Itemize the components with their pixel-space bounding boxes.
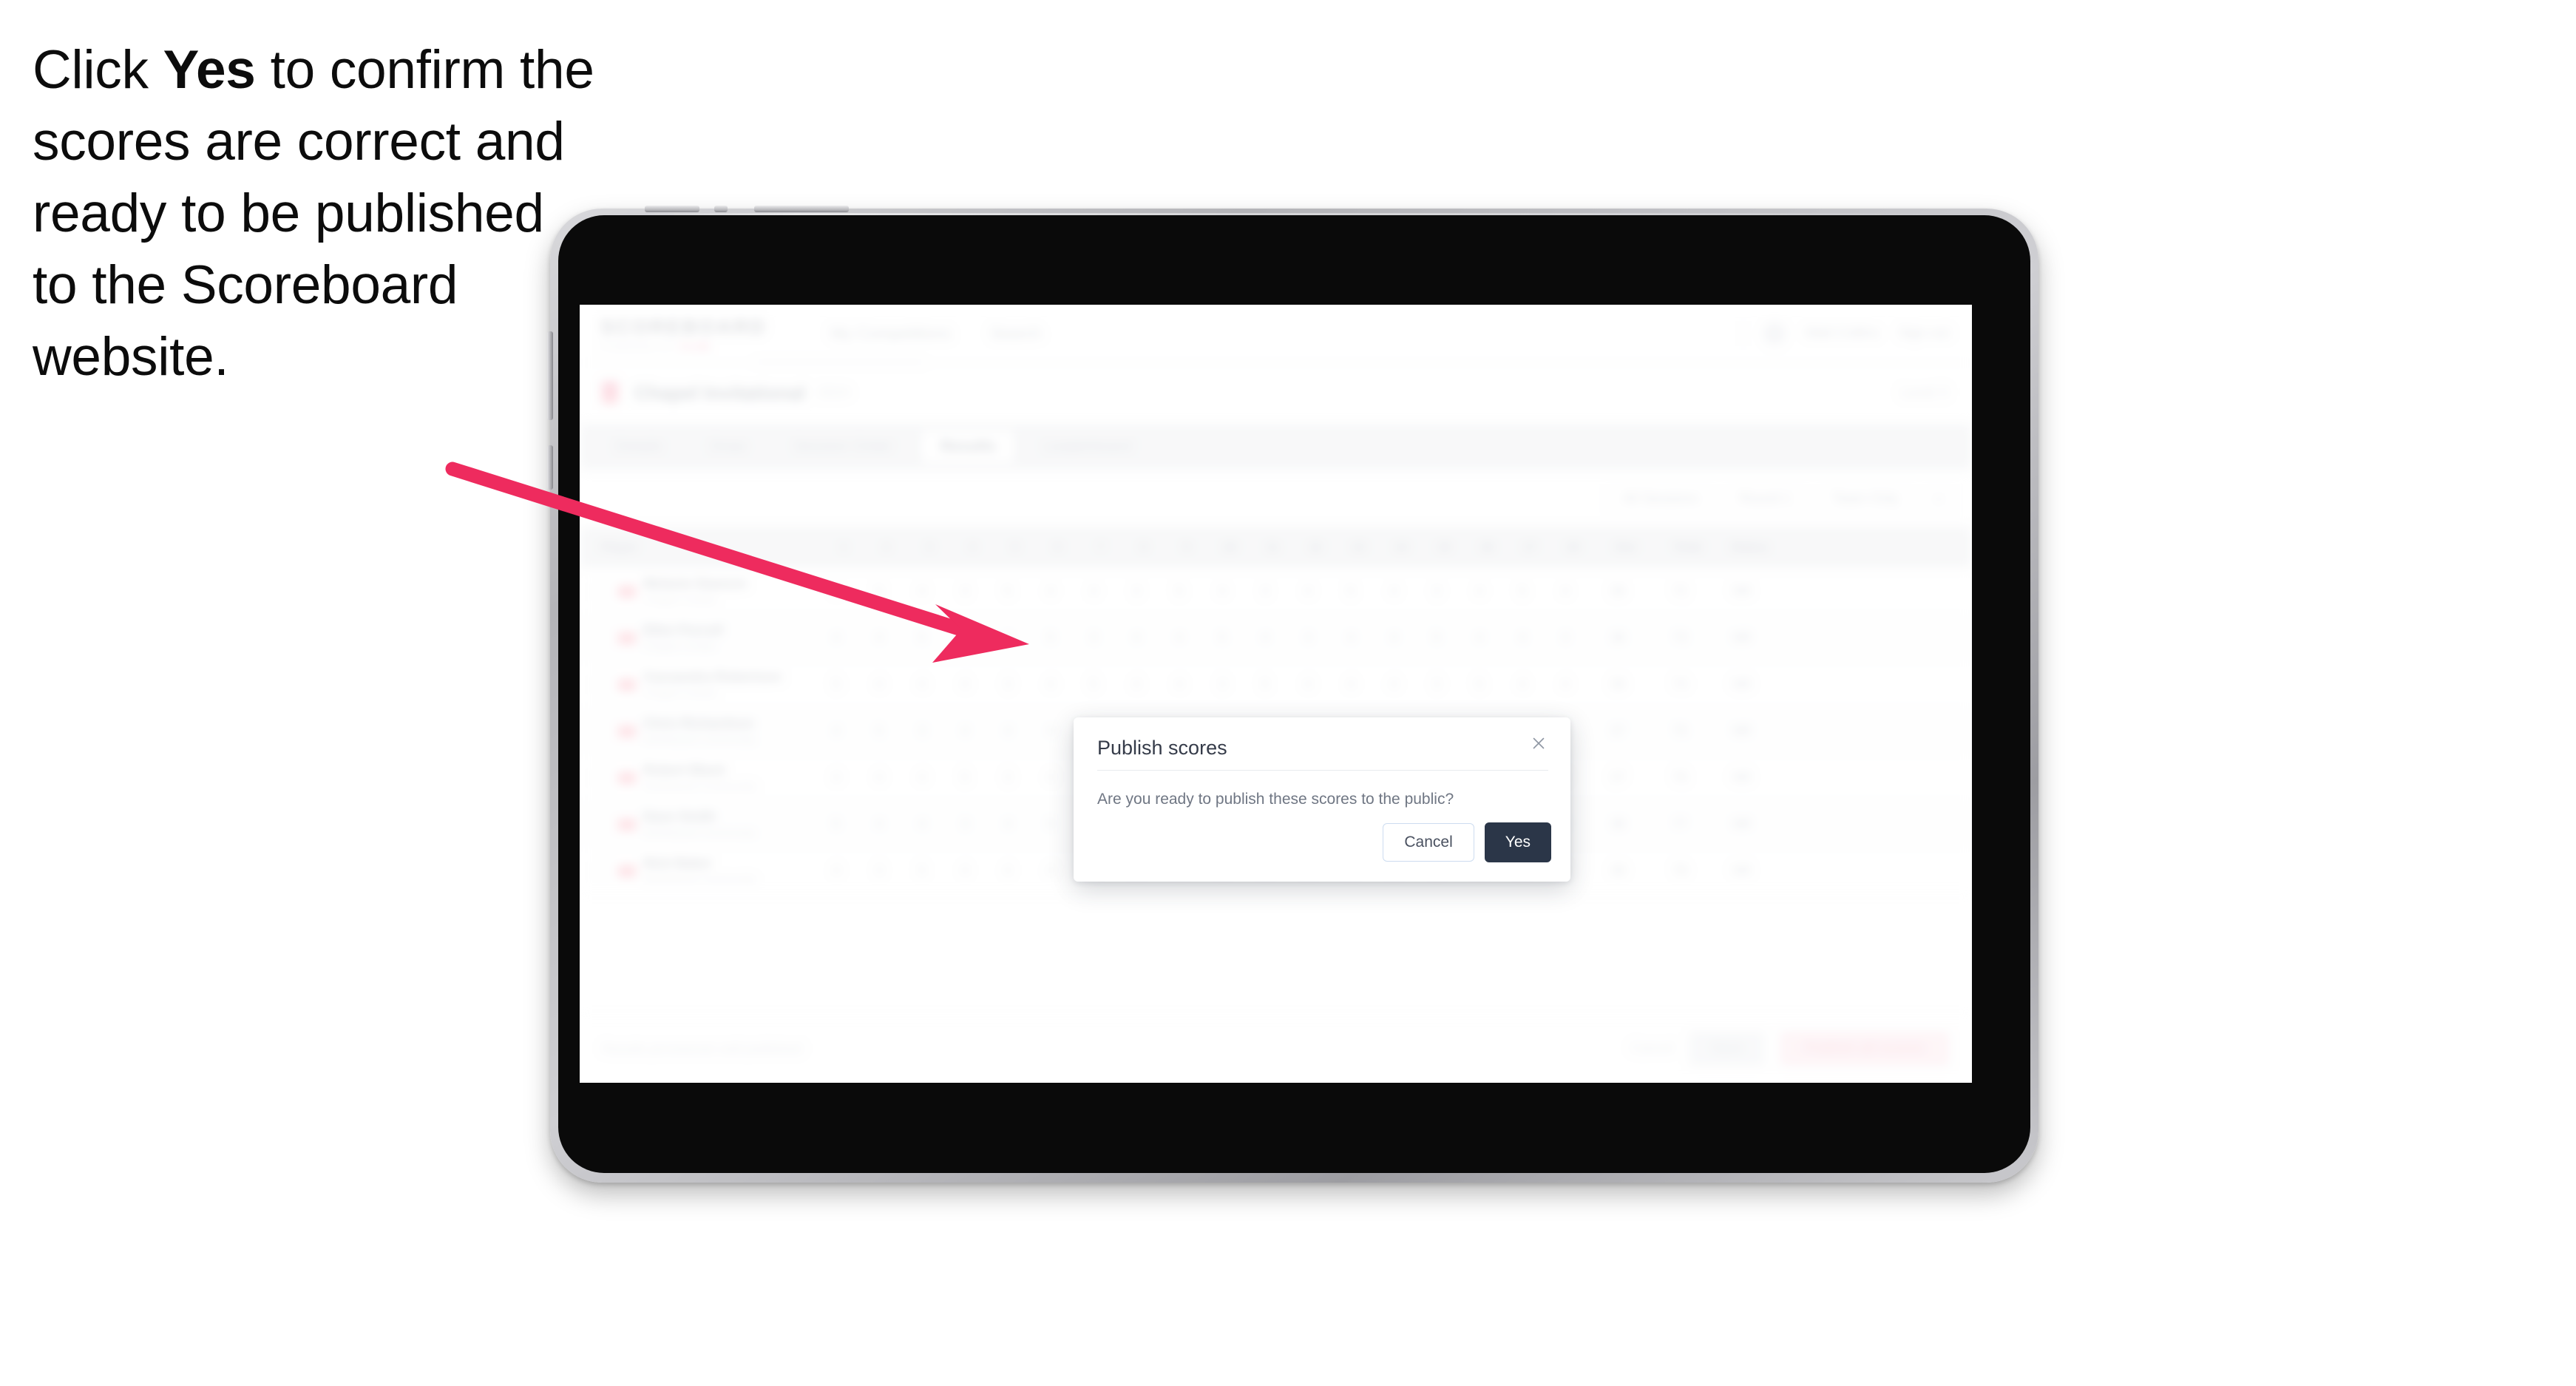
volume-up-button[interactable] xyxy=(645,206,699,212)
tablet-screen: SCOREBOARD POWERED BY CLUB My Competitio… xyxy=(580,305,1972,1083)
caption-text-before: Click xyxy=(33,40,163,100)
dialog-title: Publish scores xyxy=(1097,737,1227,759)
tablet-device: SCOREBOARD POWERED BY CLUB My Competitio… xyxy=(547,206,2038,1183)
dialog-actions: Cancel Yes xyxy=(1383,822,1551,862)
caption-text-bold: Yes xyxy=(163,40,256,100)
microphone-hole xyxy=(714,206,728,212)
close-icon[interactable] xyxy=(1526,731,1551,756)
instruction-caption: Click Yes to confirm the scores are corr… xyxy=(33,34,594,393)
yes-button[interactable]: Yes xyxy=(1484,822,1551,862)
screenshot-canvas: Click Yes to confirm the scores are corr… xyxy=(0,0,2576,1386)
dialog-message: Are you ready to publish these scores to… xyxy=(1097,791,1454,808)
dialog-header: Publish scores xyxy=(1074,717,1570,760)
device-edge-highlight xyxy=(639,213,1955,215)
modal-scrim[interactable] xyxy=(580,305,1972,1083)
cancel-button[interactable]: Cancel xyxy=(1383,823,1474,862)
volume-down-button[interactable] xyxy=(754,206,849,212)
power-button[interactable] xyxy=(547,331,553,420)
publish-scores-dialog: Publish scores Are you ready to publish … xyxy=(1074,717,1570,882)
side-button[interactable] xyxy=(547,445,553,490)
